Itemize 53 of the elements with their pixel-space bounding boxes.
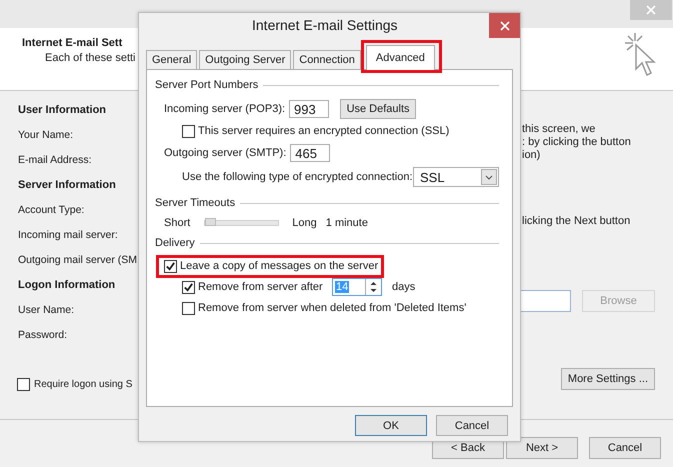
- field-label: Incoming server (POP3):: [164, 103, 286, 115]
- checkbox[interactable]: [164, 260, 177, 272]
- encryption-dropdown[interactable]: SSL: [413, 167, 499, 187]
- chevron-down-icon[interactable]: [481, 169, 497, 185]
- slider-label: Short: [164, 217, 190, 229]
- checkbox-label: This server requires an encrypted connection (SSL): [198, 125, 450, 137]
- checkbox-label: Leave a copy of messages on the server: [180, 260, 378, 272]
- page-subtitle: Each of these setti: [44, 52, 136, 64]
- field-label: Outgoing server (SMTP):: [164, 147, 288, 159]
- checkbox-label: Remove from server after: [198, 281, 322, 293]
- use-defaults-button[interactable]: Use Defaults: [340, 99, 416, 119]
- close-icon[interactable]: [489, 13, 520, 38]
- input-field[interactable]: 993: [289, 100, 330, 118]
- timeout-slider[interactable]: [204, 220, 280, 226]
- cancel-button[interactable]: Cancel: [589, 437, 661, 459]
- instruction-text: this screen, we : by clicking the button ion): [522, 123, 631, 162]
- field-label: Password:: [18, 328, 68, 343]
- field-label: Account Type:: [18, 203, 86, 218]
- dialog-title: Internet E-mail Settings: [251, 16, 398, 35]
- group-heading: Server Timeouts: [155, 197, 236, 209]
- input-field[interactable]: [520, 290, 571, 312]
- section-heading: Server Information: [18, 178, 117, 193]
- checkbox-label: Remove from server when deleted from 'Deleted Items': [198, 302, 466, 314]
- field-label: Your Name:: [18, 128, 74, 143]
- checkbox-label: Require logon using S: [34, 379, 132, 390]
- field-label: E-mail Address:: [18, 153, 93, 168]
- section-heading: Logon Information: [18, 278, 116, 293]
- section-heading: User Information: [18, 103, 108, 118]
- slider-thumb[interactable]: [205, 218, 216, 226]
- group-heading: Delivery: [155, 237, 195, 249]
- field-label: Use the following type of encrypted connection:: [182, 171, 413, 183]
- slider-label: Long: [292, 217, 317, 229]
- next-button[interactable]: Next >: [506, 437, 578, 459]
- more-settings-button[interactable]: More Settings ...: [560, 368, 655, 390]
- input-field[interactable]: 465: [290, 144, 330, 162]
- group-heading: Server Port Numbers: [155, 79, 258, 91]
- page-title: Internet E-mail Sett: [22, 37, 124, 49]
- checkbox[interactable]: [182, 124, 195, 138]
- unit-label: days: [392, 281, 416, 293]
- field-label: Incoming mail server:: [18, 228, 119, 243]
- tab[interactable]: Connection: [293, 50, 361, 69]
- field-label: User Name:: [18, 303, 76, 318]
- timeout-reading: 1 minute: [326, 217, 368, 229]
- ok-button[interactable]: OK: [355, 415, 427, 436]
- checkbox[interactable]: [182, 302, 195, 314]
- checkbox[interactable]: [17, 378, 30, 391]
- field-label: Outgoing mail server (SM: [18, 253, 138, 268]
- instruction-text: licking the Next button: [522, 215, 630, 227]
- cancel-button[interactable]: Cancel: [436, 415, 508, 436]
- tab[interactable]: Advanced: [366, 45, 435, 70]
- checkbox[interactable]: [182, 280, 195, 294]
- tab[interactable]: General: [146, 50, 198, 69]
- tab[interactable]: Outgoing Server: [199, 50, 292, 69]
